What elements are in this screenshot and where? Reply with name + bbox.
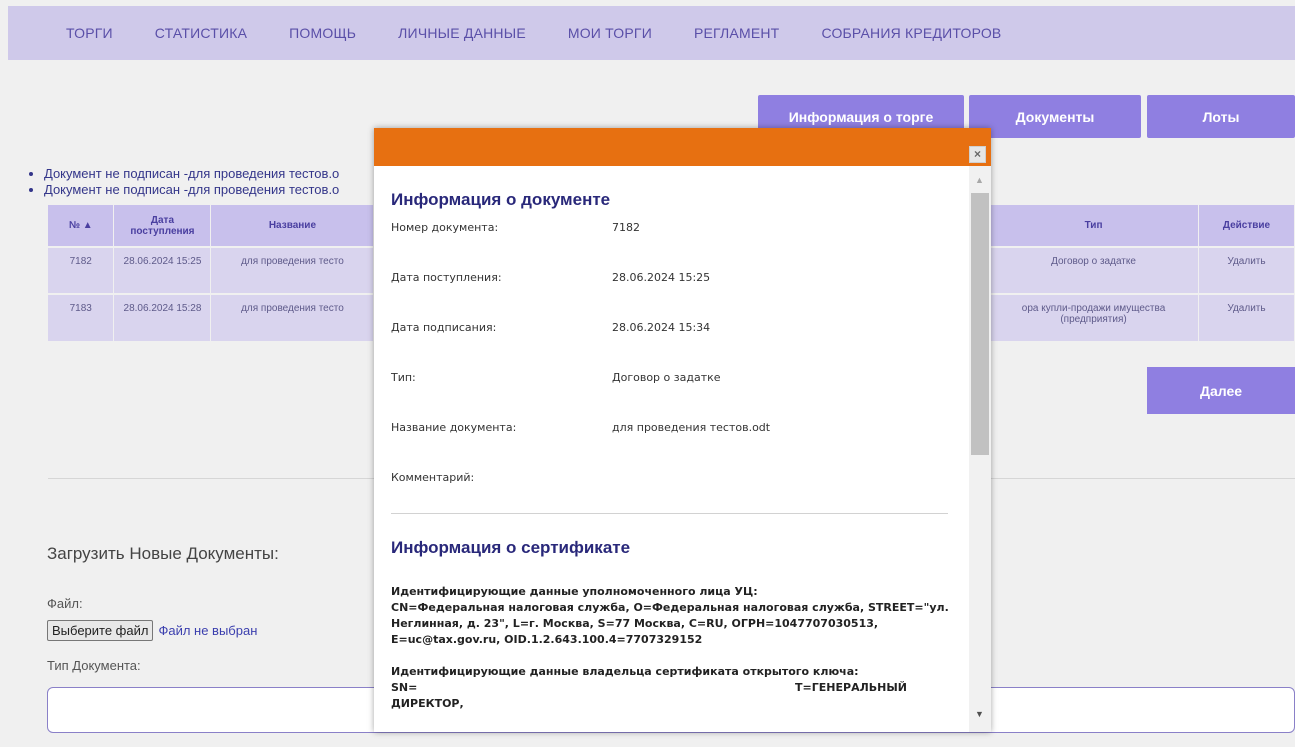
info-row-signed: Дата подписания: 28.06.2024 15:34 [391,321,969,371]
cert-issuer-label: Идентифицирующие данные уполномоченного … [391,585,758,598]
column-header-name[interactable]: Название [210,205,375,247]
scroll-up-arrow-icon[interactable]: ▲ [975,175,984,185]
file-label: Файл: [47,596,83,611]
cert-owner-data-end: Т=ГЕНЕРАЛЬНЫЙ ДИРЕКТОР, [391,681,907,710]
info-value: Договор о задатке [612,371,721,384]
cell-number: 7182 [48,246,115,294]
unsigned-notes: Документ не подписан -для проведения тес… [32,166,339,198]
cell-name[interactable]: для проведения тесто [210,246,375,294]
tab-lots[interactable]: Лоты [1147,95,1295,138]
close-icon[interactable]: × [969,146,986,163]
tab-documents[interactable]: Документы [969,95,1141,138]
nav-item-help[interactable]: ПОМОЩЬ [289,25,356,41]
info-value: 28.06.2024 15:34 [612,321,711,334]
cell-number: 7183 [48,293,115,341]
nav-item-statistics[interactable]: СТАТИСТИКА [155,25,247,41]
info-value: 28.06.2024 15:25 [612,271,711,284]
nav-item-my-torgi[interactable]: МОИ ТОРГИ [568,25,652,41]
info-key: Комментарий: [391,471,475,484]
upload-title: Загрузить Новые Документы: [47,544,279,563]
column-header-number[interactable]: № ▲ [48,205,115,247]
certificate-info-title: Информация о сертификате [391,538,631,557]
top-navigation: ТОРГИ СТАТИСТИКА ПОМОЩЬ ЛИЧНЫЕ ДАННЫЕ МО… [8,6,1295,60]
info-row-doc-name: Название документа: для проведения тесто… [391,421,969,471]
scroll-down-arrow-icon[interactable]: ▼ [975,709,984,719]
cert-issuer-data: CN=Федеральная налоговая служба, O=Федер… [391,601,949,646]
cert-owner-data-start: SN= [391,681,418,694]
info-row-type: Тип: Договор о задатке [391,371,969,421]
choose-file-button[interactable]: Выберите файл [47,620,154,641]
info-row-comment: Комментарий: [391,471,969,511]
next-button[interactable]: Далее [1147,367,1295,414]
cert-owner-label: Идентифицирующие данные владельца сертиф… [391,665,859,678]
modal-scrollbar[interactable]: ▲ ▼ [969,166,991,732]
modal-divider [391,513,948,514]
info-row-received: Дата поступления: 28.06.2024 15:25 [391,271,969,321]
modal-body: Информация о документе Номер документа: … [374,166,969,732]
info-key: Название документа: [391,421,517,434]
scroll-thumb[interactable] [971,193,989,455]
column-header-date[interactable]: Дата поступления [113,205,212,247]
info-key: Номер документа: [391,221,499,234]
note-item: Документ не подписан -для проведения тес… [44,166,339,182]
info-value: 7182 [612,221,640,234]
nav-item-creditors-meetings[interactable]: СОБРАНИЯ КРЕДИТОРОВ [821,25,1001,41]
delete-link[interactable]: Удалить [1198,246,1295,294]
cell-name[interactable]: для проведения тесто [210,293,375,341]
nav-item-torgi[interactable]: ТОРГИ [66,25,113,41]
cell-date: 28.06.2024 15:25 [113,246,212,294]
column-header-action: Действие [1198,205,1295,247]
doc-type-label: Тип Документа: [47,658,141,673]
info-key: Дата подписания: [391,321,497,334]
file-picker: Выберите файл Файл не выбран [47,620,257,641]
document-info-modal: × Информация о документе Номер документа… [374,128,991,732]
nav-item-personal-data[interactable]: ЛИЧНЫЕ ДАННЫЕ [398,25,526,41]
cell-type: ора купли-продажи имущества (предприятия… [988,293,1199,341]
delete-link[interactable]: Удалить [1198,293,1295,341]
note-item: Документ не подписан -для проведения тес… [44,182,339,198]
certificate-details: Идентифицирующие данные уполномоченного … [391,584,969,712]
file-status: Файл не выбран [158,623,258,638]
info-key: Тип: [391,371,416,384]
info-value: для проведения тестов.odt [612,421,771,434]
modal-header: × [374,128,991,166]
cell-date: 28.06.2024 15:28 [113,293,212,341]
column-header-type[interactable]: Тип [988,205,1199,247]
nav-item-regulations[interactable]: РЕГЛАМЕНТ [694,25,779,41]
document-info-title: Информация о документе [391,190,611,209]
info-row-number: Номер документа: 7182 [391,221,969,271]
info-key: Дата поступления: [391,271,502,284]
cell-type: Договор о задатке [988,246,1199,294]
